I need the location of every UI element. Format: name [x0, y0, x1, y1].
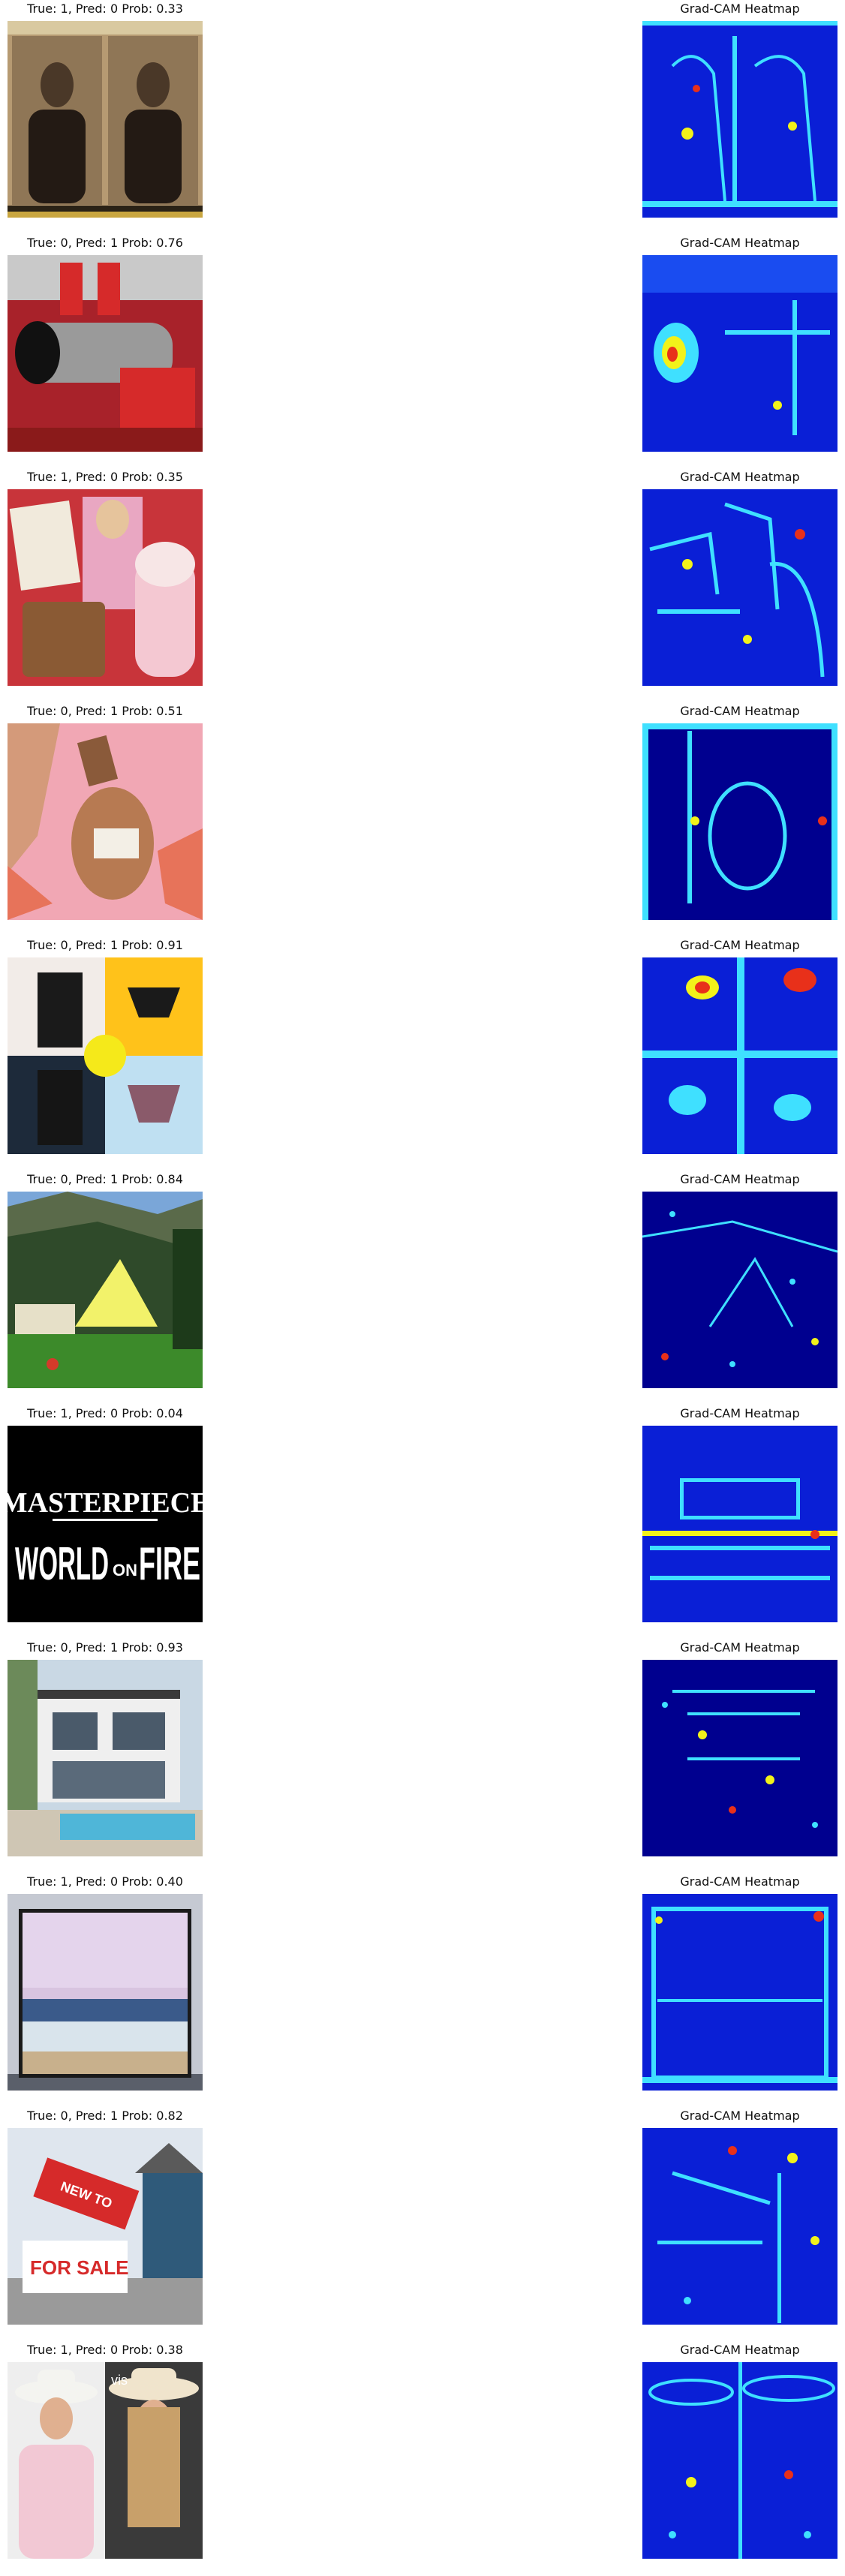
heatmap-title: Grad-CAM Heatmap: [680, 704, 800, 718]
sample-row: True: 0, Pred: 1 Prob: 0.84 Grad-CAM Hea…: [0, 1171, 845, 1405]
sample-row: True: 0, Pred: 1 Prob: 0.91 Grad-CAM Hea…: [0, 936, 845, 1171]
input-image-panel: True: 0, Pred: 1 Prob: 0.93: [8, 1639, 203, 1856]
gradcam-heatmap-cowboy: [642, 2362, 837, 2559]
sample-row: True: 0, Pred: 1 Prob: 0.76 Grad-CAM Hea…: [0, 234, 845, 469]
sample-row: True: 1, Pred: 0 Prob: 0.38 vis Grad-CAM…: [0, 2341, 845, 2576]
heatmap-title: Grad-CAM Heatmap: [680, 1406, 800, 1420]
prediction-caption: True: 0, Pred: 1 Prob: 0.84: [27, 1172, 183, 1186]
heatmap-panel: Grad-CAM Heatmap: [642, 468, 837, 686]
prediction-caption: True: 0, Pred: 1 Prob: 0.91: [27, 938, 183, 952]
heatmap-title: Grad-CAM Heatmap: [680, 2343, 800, 2357]
sample-row: True: 1, Pred: 0 Prob: 0.35 Grad-CAM Hea…: [0, 468, 845, 703]
heatmap-title: Grad-CAM Heatmap: [680, 236, 800, 250]
gradcam-heatmap-poster: [642, 1426, 837, 1622]
sample-row: True: 0, Pred: 1 Prob: 0.51 Grad-CAM Hea…: [0, 702, 845, 937]
prediction-caption: True: 1, Pred: 0 Prob: 0.33: [27, 2, 183, 16]
gradcam-heatmap-machine: [642, 255, 837, 452]
poster-line-3: FIRE: [139, 1538, 200, 1590]
prediction-caption: True: 1, Pred: 0 Prob: 0.40: [27, 1874, 183, 1889]
mountain-hotel-photo: [8, 1192, 203, 1388]
prediction-caption: True: 0, Pred: 1 Prob: 0.76: [27, 236, 183, 250]
heatmap-panel: Grad-CAM Heatmap: [642, 1639, 837, 1856]
sample-row: True: 0, Pred: 1 Prob: 0.93 Grad-CAM Hea…: [0, 1639, 845, 1874]
heatmap-panel: Grad-CAM Heatmap: [642, 2341, 837, 2559]
input-image-panel: True: 0, Pred: 1 Prob: 0.91: [8, 936, 203, 1154]
heatmap-panel: Grad-CAM Heatmap: [642, 0, 837, 218]
input-image-panel: True: 1, Pred: 0 Prob: 0.33: [8, 0, 203, 218]
heatmap-panel: Grad-CAM Heatmap: [642, 1873, 837, 2091]
input-image-panel: True: 0, Pred: 1 Prob: 0.51: [8, 702, 203, 920]
poster-line-1: MASTERPIECE: [8, 1487, 203, 1519]
heatmap-panel: Grad-CAM Heatmap: [642, 2107, 837, 2325]
gradcam-heatmap-lincoln: [642, 21, 837, 218]
input-image-panel: True: 1, Pred: 0 Prob: 0.40: [8, 1873, 203, 2091]
shapewear-product-grid: [8, 957, 203, 1154]
heatmap-panel: Grad-CAM Heatmap: [642, 1171, 837, 1388]
input-image-panel: True: 1, Pred: 0 Prob: 0.35: [8, 468, 203, 686]
tv-screen-seascape: [8, 1894, 203, 2091]
heatmap-panel: Grad-CAM Heatmap: [642, 936, 837, 1154]
prediction-caption: True: 1, Pred: 0 Prob: 0.38: [27, 2343, 183, 2357]
modern-house-pool: [8, 1660, 203, 1856]
gradcam-heatmap-bottle: [642, 723, 837, 920]
heatmap-title: Grad-CAM Heatmap: [680, 2, 800, 16]
prediction-caption: True: 1, Pred: 0 Prob: 0.35: [27, 470, 183, 484]
heatmap-title: Grad-CAM Heatmap: [680, 1640, 800, 1655]
input-image-panel: True: 0, Pred: 1 Prob: 0.76: [8, 234, 203, 452]
background-text: vis: [111, 2373, 128, 2388]
poster-line-2: WORLD: [15, 1538, 109, 1590]
masterpiece-world-on-fire-poster: MASTERPIECE WORLD ON FIRE: [8, 1426, 203, 1622]
sample-row: True: 1, Pred: 0 Prob: 0.04 MASTERPIECE …: [0, 1405, 845, 1640]
input-image-panel: True: 0, Pred: 1 Prob: 0.82 NEW TO FOR S…: [8, 2107, 203, 2325]
gift-collage-photo: [8, 489, 203, 686]
gradcam-heatmap-sale: [642, 2128, 837, 2325]
heatmap-title: Grad-CAM Heatmap: [680, 470, 800, 484]
prediction-caption: True: 1, Pred: 0 Prob: 0.04: [27, 1406, 183, 1420]
heatmap-panel: Grad-CAM Heatmap: [642, 702, 837, 920]
gradcam-heatmap-shapewear: [642, 957, 837, 1154]
gradcam-heatmap-hotel: [642, 1192, 837, 1388]
input-image-panel: True: 1, Pred: 0 Prob: 0.04 MASTERPIECE …: [8, 1405, 203, 1622]
gradcam-heatmap-tv: [642, 1894, 837, 2091]
heatmap-title: Grad-CAM Heatmap: [680, 2109, 800, 2123]
sample-row: True: 1, Pred: 0 Prob: 0.33 Grad-CAM Hea…: [0, 0, 845, 235]
poster-small: ON: [113, 1561, 137, 1580]
sample-row: True: 0, Pred: 1 Prob: 0.82 NEW TO FOR S…: [0, 2107, 845, 2342]
gradcam-heatmap-collage: [642, 489, 837, 686]
heatmap-title: Grad-CAM Heatmap: [680, 938, 800, 952]
prediction-caption: True: 0, Pred: 1 Prob: 0.82: [27, 2109, 183, 2123]
sign-bottom-text: FOR SALE: [30, 2256, 128, 2279]
gradcam-heatmap-house: [642, 1660, 837, 1856]
prediction-caption: True: 0, Pred: 1 Prob: 0.93: [27, 1640, 183, 1655]
prediction-caption: True: 0, Pred: 1 Prob: 0.51: [27, 704, 183, 718]
sample-row: True: 1, Pred: 0 Prob: 0.40 Grad-CAM Hea…: [0, 1873, 845, 2108]
heatmap-title: Grad-CAM Heatmap: [680, 1172, 800, 1186]
input-image-panel: True: 1, Pred: 0 Prob: 0.38 vis: [8, 2341, 203, 2559]
red-industrial-machine: [8, 255, 203, 452]
cosmetic-bottle-pink: [8, 723, 203, 920]
heatmap-panel: Grad-CAM Heatmap: [642, 234, 837, 452]
for-sale-sign-house: NEW TO FOR SALE: [8, 2128, 203, 2325]
lincoln-portrait-photo: [8, 21, 203, 218]
heatmap-panel: Grad-CAM Heatmap: [642, 1405, 837, 1622]
cowboy-hat-portraits: vis: [8, 2362, 203, 2559]
input-image-panel: True: 0, Pred: 1 Prob: 0.84: [8, 1171, 203, 1388]
heatmap-title: Grad-CAM Heatmap: [680, 1874, 800, 1889]
